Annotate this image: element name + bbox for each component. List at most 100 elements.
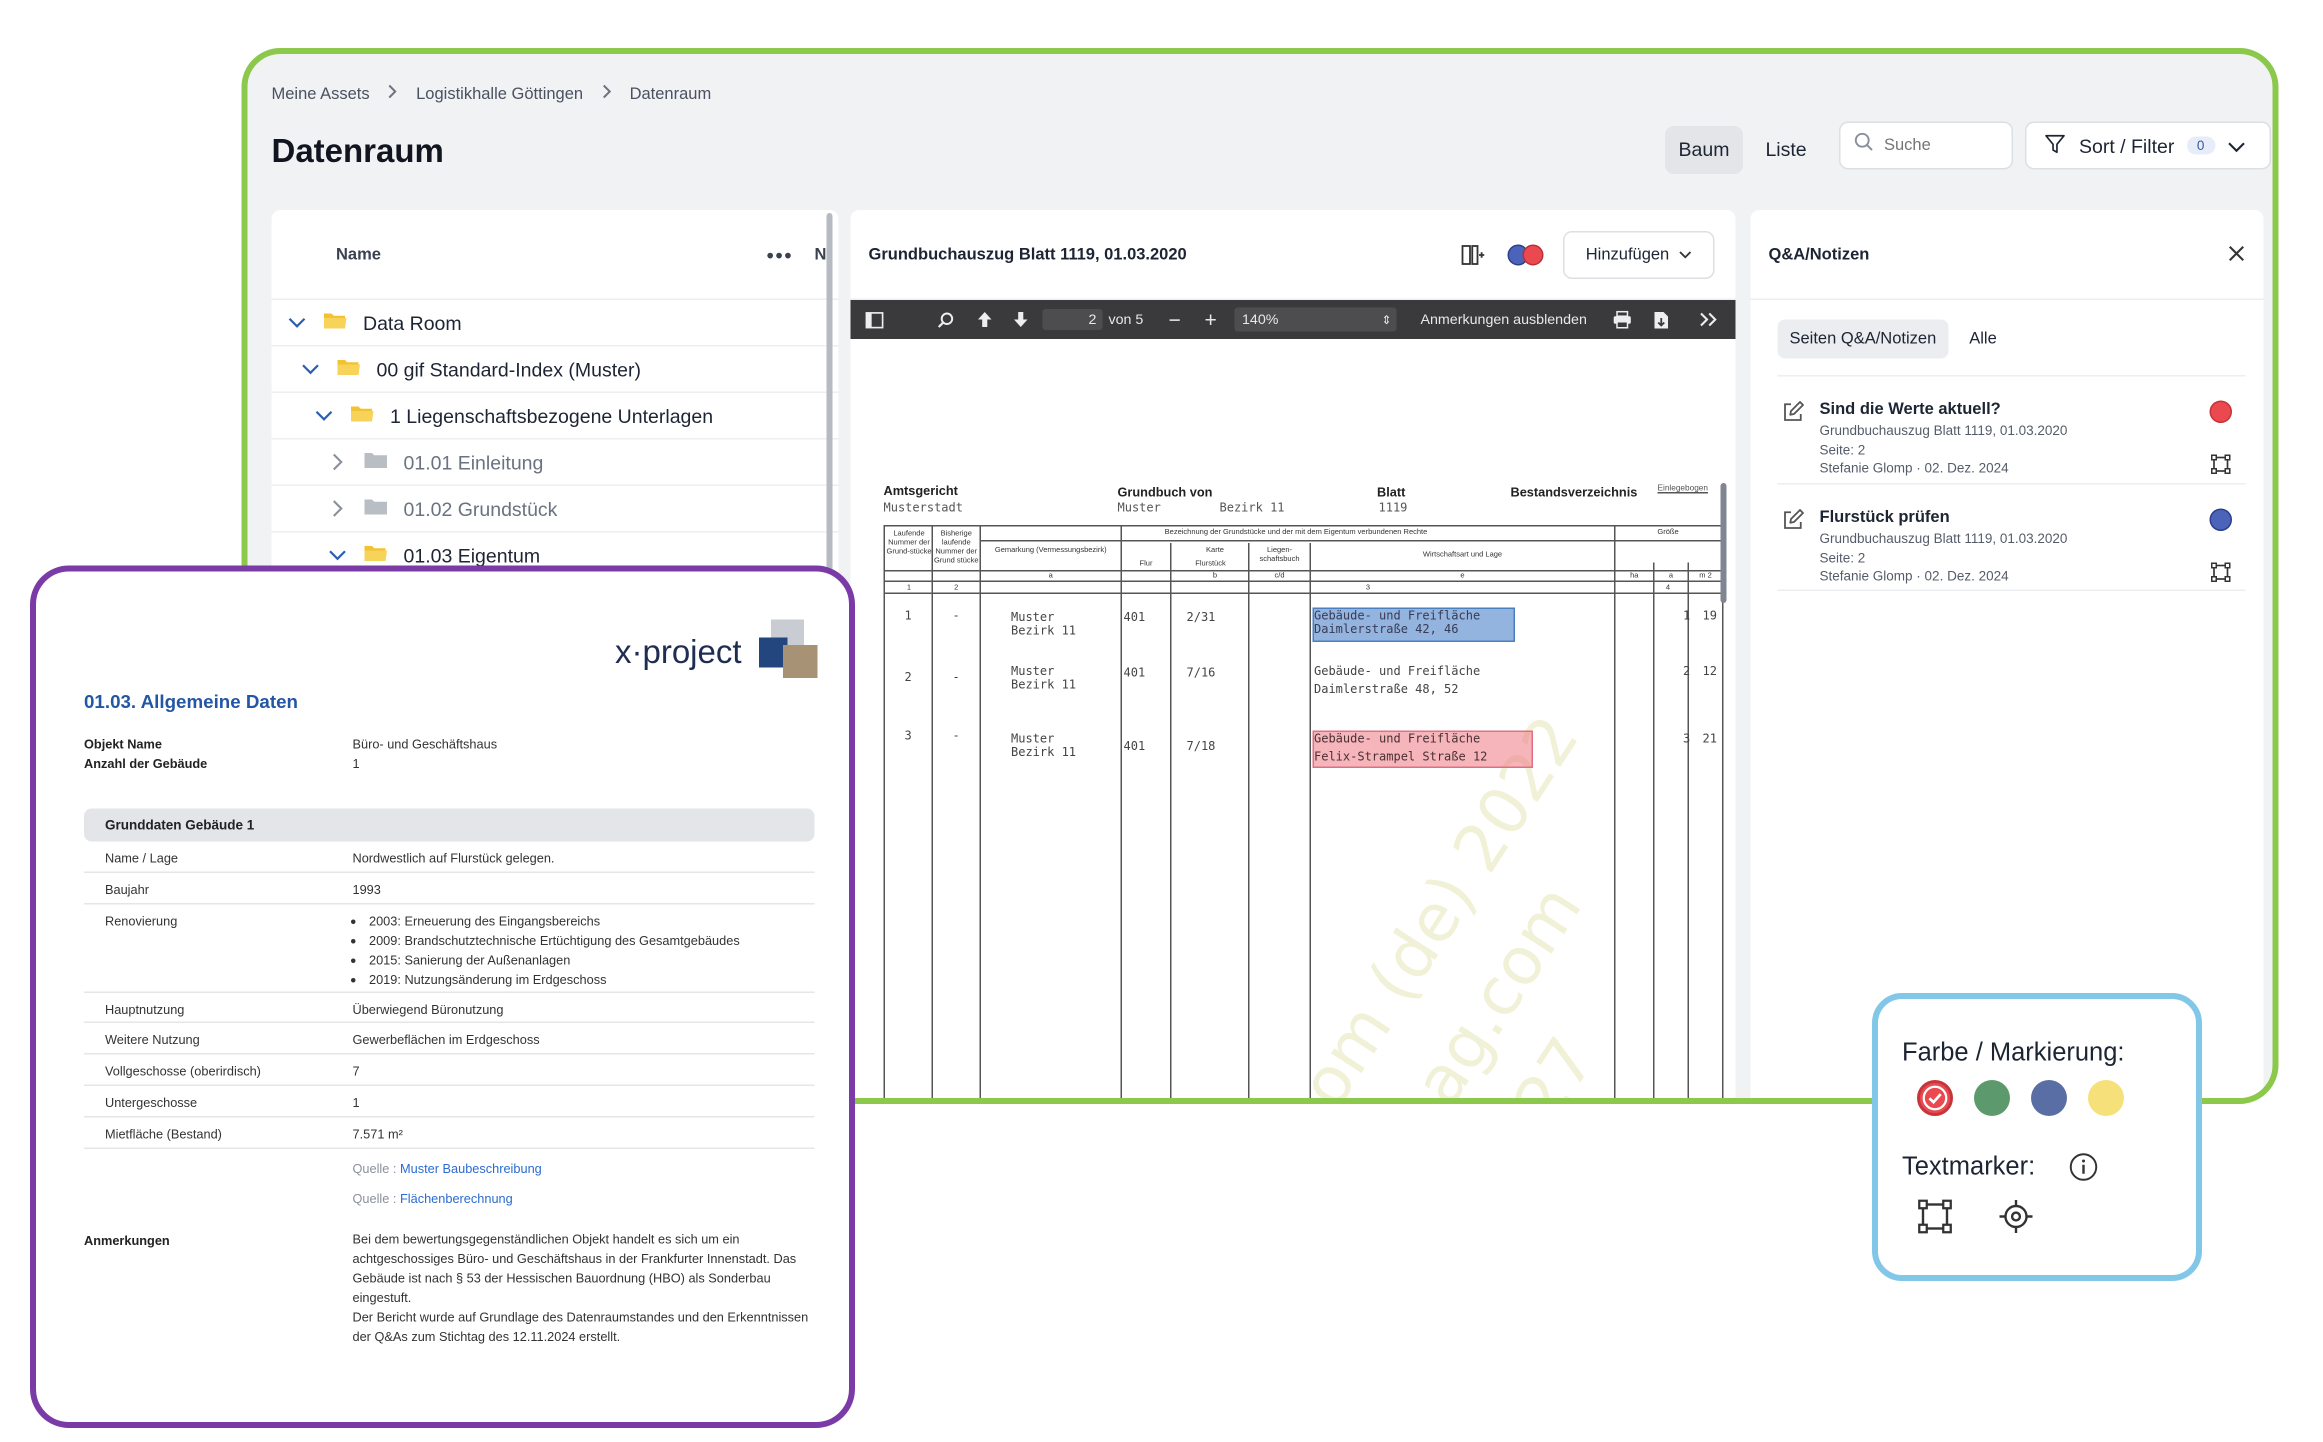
tab-page-notes[interactable]: Seiten Q&A/Notizen: [1777, 319, 1949, 359]
page-count-label: von 5: [1108, 311, 1144, 328]
chevron-down-icon: [1678, 246, 1692, 264]
zoom-out-icon[interactable]: −: [1169, 300, 1181, 339]
hide-notes-button[interactable]: Anmerkungen ausblenden: [1421, 300, 1587, 339]
doc-label-grundbuch: Grundbuch von: [1117, 484, 1213, 500]
chevron-right-icon[interactable]: [327, 498, 348, 519]
tree-item-data-room[interactable]: Data Room: [271, 300, 839, 347]
area-select-icon[interactable]: [1917, 1199, 1953, 1243]
chevron-down-icon[interactable]: [287, 312, 308, 333]
page-number-input[interactable]: 2: [1042, 309, 1103, 330]
col-header-lfd: Laufende Nummer der Grund-stücke: [886, 529, 932, 557]
more-tools-icon[interactable]: [1700, 300, 1718, 339]
row-key: Mietfläche (Bestand): [105, 1126, 222, 1142]
row-bisherige: -: [952, 729, 960, 743]
zoom-in-icon[interactable]: +: [1205, 300, 1217, 339]
color-swatch-blue[interactable]: [2031, 1080, 2067, 1116]
search-input[interactable]: [1884, 136, 2004, 155]
sidebar-toggle-icon[interactable]: [865, 300, 884, 339]
note-item[interactable]: Flurstück prüfen Grundbuchauszug Blatt 1…: [1777, 483, 2246, 591]
source-link[interactable]: Flächenberechnung: [400, 1191, 513, 1206]
sort-filter-button[interactable]: Sort / Filter 0: [2025, 121, 2271, 170]
download-icon[interactable]: [1653, 300, 1670, 339]
breadcrumb-item-logistikhalle[interactable]: Logistikhalle Göttingen: [416, 85, 583, 103]
row-key: Hauptnutzung: [105, 1002, 185, 1017]
note-color-marker[interactable]: [2209, 508, 2232, 531]
edit-icon[interactable]: [1782, 509, 1805, 539]
xproject-logo: x·project: [615, 617, 819, 691]
column-header-name[interactable]: Name: [336, 245, 381, 263]
col-header-wirtschaft: Wirtschaftsart und Lage: [1422, 550, 1503, 560]
more-icon[interactable]: •••: [767, 243, 794, 267]
tree-item-grundstueck[interactable]: 01.02 Grundstück: [271, 486, 839, 533]
area-select-icon[interactable]: [2211, 454, 2231, 482]
search-box[interactable]: [1839, 121, 2013, 170]
list-view-button[interactable]: Liste: [1752, 126, 1820, 174]
note-item[interactable]: Sind die Werte aktuell? Grundbuchauszug …: [1777, 375, 2246, 483]
source-link[interactable]: Muster Baubeschreibung: [400, 1161, 542, 1176]
tab-all-notes[interactable]: Alle: [1957, 320, 2009, 359]
doc-value-grundbuch: Muster: [1117, 501, 1161, 515]
data-row: Baujahr 1993: [84, 873, 815, 905]
breadcrumb-item-assets[interactable]: Meine Assets: [272, 85, 370, 103]
data-row: Mietfläche (Bestand) 7.571 m²: [84, 1118, 815, 1149]
row-key: Vollgeschosse (oberirdisch): [105, 1063, 261, 1079]
chevron-down-icon[interactable]: [300, 359, 321, 380]
edit-icon[interactable]: [1782, 401, 1805, 431]
col-header-bezeichnung: Bezeichnung der Grundstücke und der mit …: [1164, 528, 1428, 537]
source-label: Quelle :: [352, 1161, 397, 1176]
note-color-marker[interactable]: [2209, 400, 2232, 423]
color-swatch-yellow[interactable]: [2088, 1080, 2124, 1116]
updown-icon: ⇕: [1381, 312, 1392, 327]
tree-item-einleitung[interactable]: 01.01 Einleitung: [271, 440, 839, 486]
search-icon[interactable]: [937, 300, 955, 339]
folder-open-icon: [323, 311, 349, 335]
doc-label-einlegebogen: Einlegebogen: [1657, 484, 1708, 494]
tree-view-button[interactable]: Baum: [1665, 126, 1743, 174]
arrow-down-icon[interactable]: [1013, 300, 1030, 339]
info-icon[interactable]: [2069, 1152, 2099, 1190]
doc-label-blatt: Blatt: [1377, 484, 1406, 500]
color-swatch-red[interactable]: [1917, 1080, 1953, 1116]
page-title: Datenraum: [271, 132, 444, 170]
col-number-2: 2: [954, 583, 959, 593]
tree-item-liegenschaft[interactable]: 1 Liegenschaftsbezogene Unterlagen: [271, 393, 839, 440]
notes-title: Q&A/Notizen: [1768, 246, 1870, 264]
col-letter-cd: c/d: [1274, 571, 1285, 581]
row-flur: 401: [1123, 739, 1146, 753]
pdf-scrollbar[interactable]: [1720, 483, 1727, 603]
col-header-liegen: Liegen-schaftsbuch: [1259, 546, 1300, 564]
row-flurstueck: 7/16: [1186, 666, 1216, 680]
col-number-3: 3: [1365, 583, 1371, 593]
color-markers-icon[interactable]: [1505, 243, 1550, 267]
crosshair-icon[interactable]: [1998, 1199, 2034, 1243]
row-value: Gewerbeflächen im Erdgeschoss: [352, 1032, 540, 1047]
filter-icon: [2045, 133, 2066, 159]
row-bisherige: -: [952, 609, 960, 623]
column-header-next[interactable]: N: [815, 245, 827, 263]
tree-item-label: 1 Liegenschaftsbezogene Unterlagen: [390, 404, 714, 427]
print-icon[interactable]: [1613, 300, 1633, 339]
row-value: 1: [352, 1095, 360, 1110]
color-swatch-green[interactable]: [1974, 1080, 2010, 1116]
col-header-ha: ha: [1630, 571, 1639, 581]
chevron-down-icon[interactable]: [314, 405, 335, 426]
area-select-icon[interactable]: [2211, 562, 2231, 590]
zoom-select[interactable]: 140%: [1234, 307, 1397, 332]
data-row: Name / Lage Nordwestlich auf Flurstück g…: [84, 842, 815, 873]
chevron-down-icon[interactable]: [327, 545, 348, 566]
checkmark-icon: [1922, 1085, 1948, 1111]
compare-view-icon[interactable]: [1461, 245, 1485, 274]
breadcrumb-item-datenraum[interactable]: Datenraum: [630, 85, 712, 103]
chevron-right-icon[interactable]: [327, 452, 348, 473]
report-preview-card: x·project 01.03. Allgemeine Daten Objekt…: [30, 565, 855, 1428]
row-bezirk: Bezirk 11: [1011, 624, 1077, 638]
close-icon[interactable]: [2228, 243, 2246, 270]
tree-item-gif-index[interactable]: 00 gif Standard-Index (Muster): [271, 347, 839, 393]
list-item: 2009: Brandschutztechnische Ertüchtigung…: [369, 932, 740, 952]
arrow-up-icon[interactable]: [977, 300, 994, 339]
row-key: Untergeschosse: [105, 1095, 198, 1110]
add-button[interactable]: Hinzufügen: [1563, 231, 1715, 279]
col-header-m2: m 2: [1699, 571, 1712, 581]
view-toggle: Baum Liste: [1665, 126, 1820, 174]
notes-panel: Q&A/Notizen Seiten Q&A/Notizen Alle Sind…: [1750, 210, 2264, 1098]
